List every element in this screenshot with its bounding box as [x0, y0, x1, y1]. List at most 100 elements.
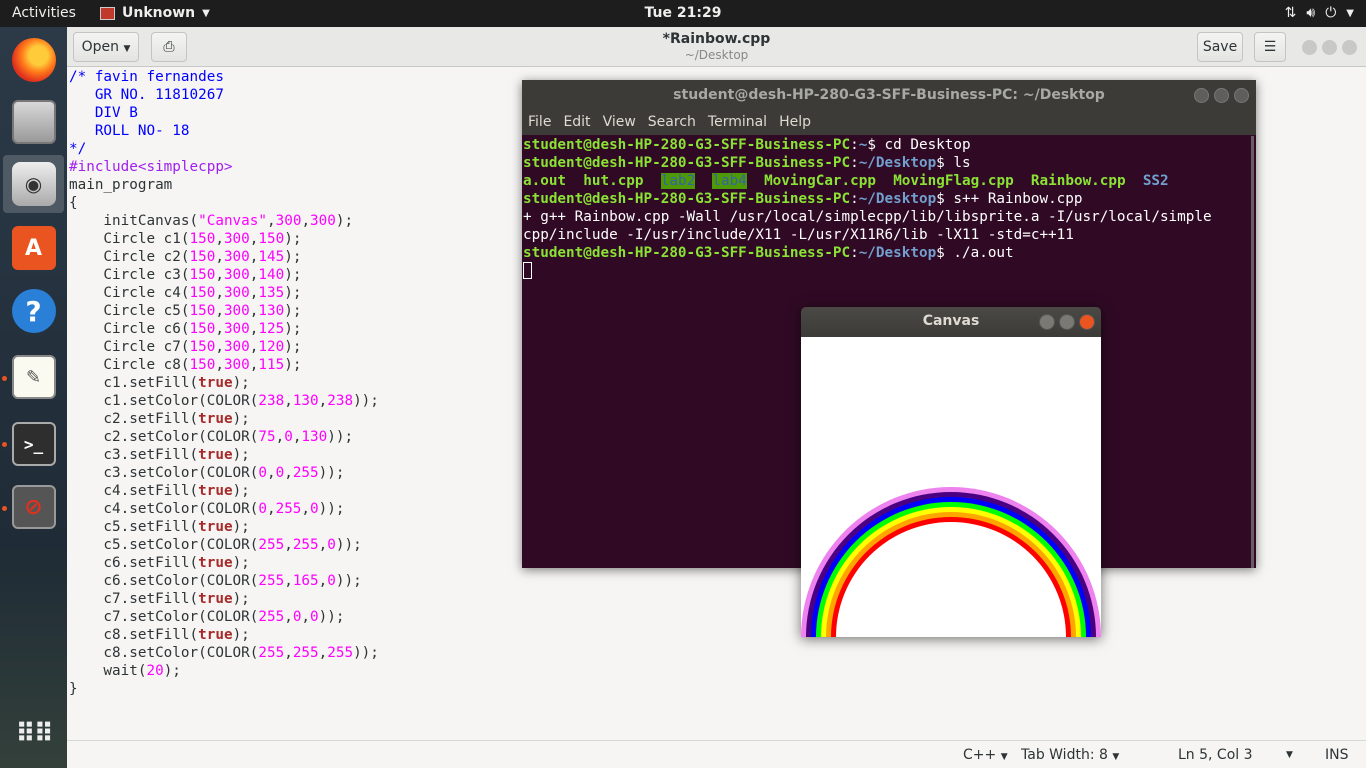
ls-file: hut.cpp [583, 173, 644, 189]
code-line: ROLL NO- 18 [69, 123, 190, 139]
code-line: main_program [69, 177, 173, 193]
app-icon [100, 7, 115, 20]
prompt-user: student@desh-HP-280-G3-SFF-Business-PC [523, 137, 851, 153]
canvas-window[interactable]: Canvas [801, 307, 1101, 637]
terminal-close-button[interactable] [1234, 88, 1249, 103]
dock-text-editor[interactable]: ✎ [3, 348, 64, 406]
volume-icon: 🔊︎ [1306, 5, 1316, 21]
terminal-cursor [523, 262, 532, 279]
app-name: Unknown [122, 5, 196, 21]
terminal-minimize-button[interactable] [1194, 88, 1209, 103]
compile-output: cpp/include -I/usr/include/X11 -L/usr/X1… [523, 227, 1074, 243]
document-title: *Rainbow.cpp [662, 31, 771, 47]
dock-blocked-app[interactable]: ⊘ [3, 478, 64, 536]
code-line: { [69, 195, 78, 211]
terminal-output[interactable]: student@desh-HP-280-G3-SFF-Business-PC:~… [523, 136, 1212, 281]
ls-file: Rainbow.cpp [1030, 173, 1126, 189]
menu-terminal[interactable]: Terminal [702, 110, 773, 135]
terminal-scrollbar[interactable] [1251, 136, 1254, 568]
command: $ ls [936, 155, 971, 171]
code-line: wait(20); [69, 663, 181, 679]
editor-header-bar: Open ▼ ⎙ *Rainbow.cpp ~/Desktop Save ☰ [67, 27, 1366, 67]
dock-terminal[interactable]: >_ [3, 415, 64, 473]
canvas-drawing-area[interactable] [801, 337, 1101, 637]
app-menu[interactable]: Unknown ▼ [100, 0, 210, 27]
dock-camera[interactable]: ◉ [3, 155, 64, 213]
dock-show-apps[interactable]: ⠿⠿ [3, 705, 64, 763]
code-line: c5.setFill(true); [69, 519, 250, 535]
prompt-user: student@desh-HP-280-G3-SFF-Business-PC [523, 191, 851, 207]
command: $ cd Desktop [867, 137, 971, 153]
network-icon: ⇅ [1284, 5, 1297, 21]
close-button[interactable] [1342, 40, 1357, 55]
terminal-title: student@desh-HP-280-G3-SFF-Business-PC: … [522, 80, 1256, 110]
canvas-maximize-button[interactable] [1059, 314, 1075, 330]
blocked-app-icon: ⊘ [11, 485, 56, 529]
menu-edit[interactable]: Edit [557, 110, 596, 135]
terminal-maximize-button[interactable] [1214, 88, 1229, 103]
dock-help[interactable]: ? [3, 282, 64, 340]
code-line: c7.setFill(true); [69, 591, 250, 607]
show-apps-icon: ⠿⠿ [15, 719, 54, 749]
canvas-minimize-button[interactable] [1039, 314, 1055, 330]
canvas-title: Canvas [801, 307, 1101, 337]
code-line: c8.setColor(COLOR(255,255,255)); [69, 645, 379, 661]
menu-view[interactable]: View [597, 110, 642, 135]
tab-width-label: Tab Width: 8 [1021, 747, 1108, 763]
code-line: c8.setFill(true); [69, 627, 250, 643]
chevron-down-icon[interactable]: ▼ [1286, 750, 1293, 760]
activities-button[interactable]: Activities [12, 0, 76, 27]
top-bar: Activities Unknown ▼ Tue 21:29 ⇅ 🔊︎ ⏻ ▼ [0, 0, 1366, 27]
canvas-close-button[interactable] [1079, 314, 1095, 330]
code-line: Circle c7(150,300,120); [69, 339, 302, 355]
dock: ◉ A ? ✎ >_ ⊘ ⠿⠿ [0, 27, 67, 768]
terminal-line: student@desh-HP-280-G3-SFF-Business-PC:~… [523, 155, 971, 171]
rainbow-drawing [801, 487, 1101, 637]
prompt-user: student@desh-HP-280-G3-SFF-Business-PC [523, 155, 851, 171]
code-line: DIV B [69, 105, 138, 121]
code-line: GR NO. 11810267 [69, 87, 224, 103]
system-tray[interactable]: ⇅ 🔊︎ ⏻ ▼ [1285, 0, 1354, 27]
language-label: C++ [963, 747, 997, 763]
menu-search[interactable]: Search [642, 110, 702, 135]
code-line: Circle c4(150,300,135); [69, 285, 302, 301]
ls-output: a.out hut.cpp lab2 lab4 MovingCar.cpp Mo… [523, 172, 1212, 190]
language-selector[interactable]: C++ ▼ [963, 747, 1008, 763]
terminal-icon: >_ [11, 422, 56, 466]
code-line: c1.setColor(COLOR(238,130,238)); [69, 393, 379, 409]
status-bar: C++ ▼ Tab Width: 8 ▼ Ln 5, Col 3 ▼ INS [67, 740, 1366, 768]
code-line: c2.setFill(true); [69, 411, 250, 427]
code-line: c2.setColor(COLOR(75,0,130)); [69, 429, 354, 445]
minimize-button[interactable] [1302, 40, 1317, 55]
code-line: c6.setFill(true); [69, 555, 250, 571]
command: $ s++ Rainbow.cpp [936, 191, 1083, 207]
chevron-down-icon: ▼ [1112, 752, 1120, 762]
command: $ ./a.out [936, 245, 1014, 261]
code-line: Circle c8(150,300,115); [69, 357, 302, 373]
code-line: #include<simplecpp> [69, 159, 233, 175]
hamburger-menu-button[interactable]: ☰ [1254, 32, 1286, 62]
files-icon [11, 100, 56, 144]
maximize-button[interactable] [1322, 40, 1337, 55]
ls-dir: SS2 [1142, 173, 1169, 189]
dock-files[interactable] [3, 93, 64, 151]
menu-file[interactable]: File [522, 110, 557, 135]
dock-software[interactable]: A [3, 219, 64, 277]
chevron-down-icon: ▼ [1000, 752, 1008, 762]
code-text[interactable]: /* favin fernandes GR NO. 11810267 DIV B… [69, 68, 379, 698]
dock-firefox[interactable] [3, 31, 64, 89]
cursor-position[interactable]: Ln 5, Col 3 [1178, 747, 1253, 763]
ls-dir: lab2 [660, 173, 696, 189]
terminal-menubar: File Edit View Search Terminal Help [522, 110, 1256, 135]
code-line: Circle c3(150,300,140); [69, 267, 302, 283]
menu-help[interactable]: Help [773, 110, 817, 135]
save-button[interactable]: Save [1197, 32, 1243, 62]
ls-dir: lab4 [712, 173, 747, 189]
tab-width-selector[interactable]: Tab Width: 8 ▼ [1021, 747, 1119, 763]
code-line: Circle c6(150,300,125); [69, 321, 302, 337]
code-line: Circle c5(150,300,130); [69, 303, 302, 319]
ls-file: MovingFlag.cpp [893, 173, 1014, 189]
terminal-line: student@desh-HP-280-G3-SFF-Business-PC:~… [523, 191, 1083, 207]
code-line: c1.setFill(true); [69, 375, 250, 391]
code-line: initCanvas("Canvas",300,300); [69, 213, 354, 229]
